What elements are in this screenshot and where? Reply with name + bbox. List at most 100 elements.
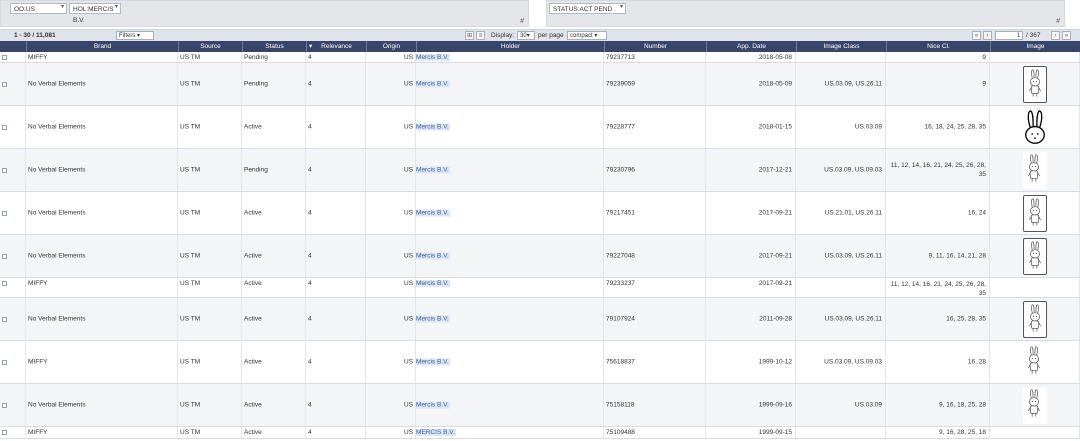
table-row[interactable]: MIFFY US TM Pending 4 US Mercis B.V. 79237713 2… — [0, 52, 1080, 63]
holder-link[interactable]: Mercis B.V. — [415, 209, 450, 217]
holder-link[interactable]: Mercis B.V. — [415, 123, 450, 131]
filter-panel-right[interactable]: STATUS:ACT PEND ▾ # — [546, 0, 1065, 27]
cell-image-class: US.03.09, US.26.11 — [796, 235, 886, 277]
column-header-holder[interactable]: Holder — [416, 41, 604, 52]
cell-brand-text[interactable]: No Verbal Elements — [28, 210, 85, 217]
table-row[interactable]: MIFFY US TM Active 4 US MERCIS B.V. 75109488 19… — [0, 427, 1080, 439]
column-header-status[interactable]: Status — [242, 41, 306, 52]
cell-brand-text[interactable]: No Verbal Elements — [28, 253, 85, 260]
table-row[interactable]: No Verbal Elements US TM Active 4 US Mercis B… — [0, 106, 1080, 149]
cell-number-text[interactable]: 75109488 — [606, 429, 635, 436]
cell-source: US TM — [178, 341, 242, 383]
table-row[interactable]: No Verbal Elements US TM Active 4 US Mercis B… — [0, 235, 1080, 278]
cell-brand-text[interactable]: MIFFY — [28, 280, 48, 287]
view-mode-select[interactable]: compact ▾ — [567, 31, 607, 40]
filter-chip-holder[interactable]: HOL:MERCIS B.V. ▾ — [69, 2, 121, 24]
filter-panel-left[interactable]: OO:US ▾ HOL:MERCIS B.V. ▾ # — [0, 0, 529, 27]
trademark-image-framed-rabbit-icon[interactable] — [1022, 66, 1047, 103]
list-view-icon[interactable]: ≡ — [476, 31, 485, 40]
cell-number-text[interactable]: 79227048 — [606, 253, 635, 260]
cell-status-text: Pending — [244, 54, 268, 61]
holder-link[interactable]: Mercis B.V. — [415, 280, 450, 287]
holder-link[interactable]: Mercis B.V. — [415, 358, 450, 366]
cell-number-text[interactable]: 79107924 — [606, 316, 635, 323]
table-row[interactable]: No Verbal Elements US TM Pending 4 US Mercis … — [0, 63, 1080, 106]
row-select-checkbox[interactable] — [2, 281, 7, 286]
last-page-icon[interactable]: » — [1062, 31, 1071, 40]
row-select-checkbox[interactable] — [2, 430, 7, 435]
holder-link[interactable]: Mercis B.V. — [415, 315, 450, 323]
trademark-image-framed-rabbit-icon[interactable] — [1022, 195, 1047, 232]
cell-brand-text[interactable]: MIFFY — [28, 429, 48, 436]
chip-dropdown-icon[interactable]: ▾ — [115, 2, 118, 13]
cell-number-text[interactable]: 79233237 — [606, 280, 635, 287]
cell-brand-text[interactable]: MIFFY — [28, 54, 48, 61]
column-header-app-date[interactable]: App. Date — [706, 41, 796, 52]
cell-brand-text[interactable]: No Verbal Elements — [28, 124, 85, 131]
cell-brand-text[interactable]: No Verbal Elements — [28, 402, 85, 409]
column-header-brand[interactable]: Brand — [26, 41, 178, 52]
table-row[interactable]: No Verbal Elements US TM Active 4 US Mercis B… — [0, 192, 1080, 235]
row-select-checkbox[interactable] — [2, 210, 7, 216]
column-header-image[interactable]: Image — [990, 41, 1080, 52]
column-header-relevance[interactable]: ▾ Relevance — [306, 41, 366, 52]
row-select-checkbox[interactable] — [2, 253, 7, 259]
cell-number-text[interactable]: 79217451 — [606, 210, 635, 217]
row-select-checkbox[interactable] — [2, 81, 7, 87]
chip-dropdown-icon[interactable]: ▾ — [61, 2, 64, 13]
table-row[interactable]: No Verbal Elements US TM Pending 4 US Mercis … — [0, 149, 1080, 192]
cell-number-text[interactable]: 75618837 — [606, 359, 635, 366]
trademark-image-rabbit-icon[interactable] — [1022, 387, 1047, 424]
column-header-source[interactable]: Source — [178, 41, 242, 52]
cell-brand-text[interactable]: No Verbal Elements — [28, 81, 85, 88]
next-page-icon[interactable]: › — [1051, 31, 1060, 40]
holder-link[interactable]: Mercis B.V. — [415, 80, 450, 88]
filters-select[interactable]: Filters ▾ — [116, 31, 154, 40]
holder-country: US — [404, 166, 414, 174]
table-row[interactable]: MIFFY US TM Active 4 US Mercis B.V. 75618837 19… — [0, 341, 1080, 384]
chip-dropdown-icon[interactable]: ▾ — [620, 2, 623, 13]
cell-sel — [0, 427, 26, 438]
column-header-origin[interactable]: Origin — [366, 41, 416, 52]
cell-number-text[interactable]: 79239059 — [606, 81, 635, 88]
trademark-image-framed-rabbit-icon[interactable] — [1022, 301, 1047, 338]
row-select-checkbox[interactable] — [2, 55, 7, 60]
column-header-number[interactable]: Number — [604, 41, 706, 52]
filter-chip-origin[interactable]: OO:US ▾ — [10, 3, 67, 14]
cell-nice-cl: 9, 16, 28, 25, 18 — [886, 427, 990, 438]
holder-link[interactable]: Mercis B.V. — [415, 166, 450, 174]
cell-number-text[interactable]: 79230796 — [606, 167, 635, 174]
holder-link[interactable]: Mercis B.V. — [415, 401, 450, 409]
row-select-checkbox[interactable] — [2, 359, 7, 365]
cell-number-text[interactable]: 75158118 — [606, 402, 634, 409]
filter-chip-status[interactable]: STATUS:ACT PEND ▾ — [549, 3, 626, 14]
grid-view-icon[interactable]: ⊞ — [465, 31, 474, 40]
row-select-checkbox[interactable] — [2, 167, 7, 173]
row-select-checkbox[interactable] — [2, 316, 7, 322]
holder-link[interactable]: Mercis B.V. — [415, 54, 450, 61]
table-row[interactable]: No Verbal Elements US TM Active 4 US Mercis B… — [0, 298, 1080, 341]
trademark-image-framed-rabbit-icon[interactable] — [1022, 238, 1047, 275]
holder-link[interactable]: MERCIS B.V. — [415, 429, 456, 436]
first-page-icon[interactable]: « — [972, 31, 981, 40]
cell-brand-text[interactable]: No Verbal Elements — [28, 167, 85, 174]
trademark-image-rabbit-head-icon[interactable] — [1021, 109, 1048, 146]
cell-brand-text[interactable]: MIFFY — [28, 359, 48, 366]
prev-page-icon[interactable]: ‹ — [983, 31, 992, 40]
row-select-checkbox[interactable] — [2, 402, 7, 408]
column-header-nice-cl[interactable]: Nice Cl. — [886, 41, 990, 52]
trademark-image-rabbit-icon[interactable] — [1022, 152, 1047, 189]
table-row[interactable]: No Verbal Elements US TM Active 4 US Mercis B… — [0, 384, 1080, 427]
column-header-image-class[interactable]: Image Class — [796, 41, 886, 52]
cell-number-text[interactable]: 79228777 — [606, 124, 635, 131]
cell-brand-text[interactable]: No Verbal Elements — [28, 316, 85, 323]
cell-sel — [0, 298, 26, 340]
row-select-checkbox[interactable] — [2, 124, 7, 130]
holder-link[interactable]: Mercis B.V. — [415, 252, 450, 260]
table-row[interactable]: MIFFY US TM Active 4 US Mercis B.V. 79233237 20… — [0, 278, 1080, 298]
cell-sel — [0, 235, 26, 277]
trademark-image-rabbit-icon[interactable] — [1022, 344, 1047, 381]
cell-number-text[interactable]: 79237713 — [606, 54, 635, 61]
page-input[interactable]: 1 — [995, 31, 1023, 40]
display-count-select[interactable]: 30▾ — [517, 31, 535, 40]
